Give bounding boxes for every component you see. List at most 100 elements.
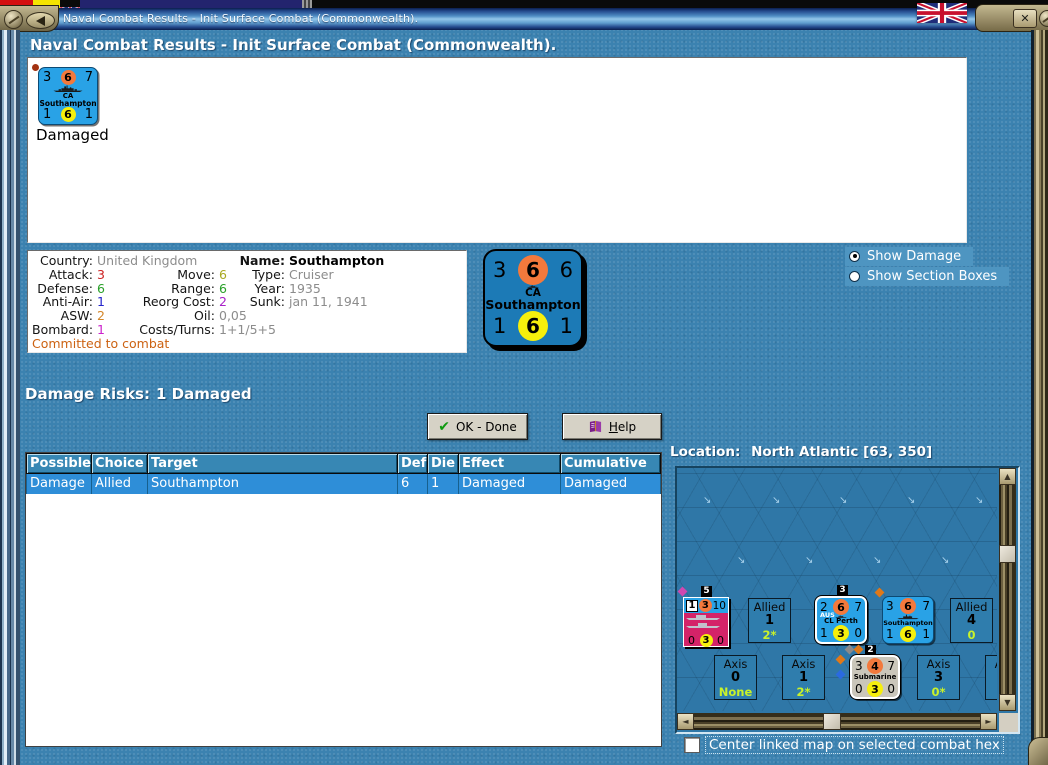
sea-hex-marker: ↘ [907,495,916,506]
unit-status-label: Damaged [36,126,109,144]
marker-diamond-icon [835,654,846,665]
sub-value: 2* [762,628,777,642]
stat-value: 7 [922,599,930,613]
info-label: Anti-Air: [42,294,93,310]
combat-results-table: Possible Choice Target Def Die Effect Cu… [25,452,662,747]
column-header-choice[interactable]: Choice [92,454,147,473]
info-value: United Kingdom [97,253,198,268]
stat-value: 1 [84,107,93,122]
scroll-down-button[interactable]: ▼ [999,694,1016,711]
map-counter-task-force[interactable]: 1 3 10 0 3 0 [683,597,729,647]
stat-value: 1 [43,107,52,122]
page-title: Naval Combat Results - Init Surface Comb… [30,36,557,54]
window-controls-right: ✕ [975,4,1048,32]
column-header-die[interactable]: Die [428,454,458,473]
vertical-scroll-thumb[interactable] [999,545,1016,563]
map-viewport[interactable]: ↘ ↘ ↘ ↘ ↘ ↘ ↘ ↘ ↘ 5 1 3 10 0 3 0 Allied … [677,468,997,711]
sub-value: None [718,685,753,699]
window-frame-right [1031,30,1048,765]
frame-notch [302,0,312,8]
radio-unselected-icon[interactable] [849,270,860,282]
stat-box: 1 [686,599,698,612]
stat-circle: 6 [900,626,916,642]
sea-hex-marker: ↘ [737,555,746,566]
column-header-effect[interactable]: Effect [459,454,560,473]
column-header-target[interactable]: Target [148,454,397,473]
table-header-row: Possible Choice Target Def Die Effect Cu… [26,453,661,474]
committed-status: Committed to combat [32,336,170,351]
ship-name: Southampton [485,296,581,312]
map-vertical-scrollbar[interactable]: ▲ ▼ [999,468,1016,711]
info-label: Range: [171,280,215,296]
stack-count-badge: 3 [837,585,848,596]
center-map-option[interactable]: Center linked map on selected combat hex [684,736,1004,754]
info-label: Oil: [194,308,215,324]
info-label: Name: [239,253,285,268]
ok-done-label: OK - Done [455,419,517,434]
ok-done-button[interactable]: ✔ OK - Done [427,413,528,440]
info-label: Type: [252,266,285,282]
count-value: 0 [730,670,741,685]
stack-count-badge: 5 [701,586,712,597]
count-value: 4 [966,613,977,628]
map-counter-cl-perth[interactable]: 2 6 7 AUS CL Perth 1 3 0 [815,596,867,644]
info-label: Bombard: [32,321,94,337]
radio-show-section-boxes[interactable]: Show Section Boxes [845,267,1010,286]
table-row[interactable]: Damage Allied Southampton 6 1 Damaged Da… [26,474,661,494]
title-bar[interactable]: Naval Combat Results - Init Surface Comb… [0,8,1048,30]
column-header-cumulative[interactable]: Cumulative [561,454,660,473]
unit-info-panel: Country: United Kingdom Attack: 3 Defense:… [27,250,467,353]
center-map-checkbox[interactable] [684,737,700,753]
side-label: Axis [791,657,816,671]
close-button[interactable]: ✕ [1013,9,1037,28]
info-label: Reorg Cost: [142,294,215,310]
column-header-possible[interactable]: Possible [27,454,91,473]
info-label: Move: [177,266,215,282]
uk-flag-icon [916,0,968,26]
stat-value: 1 [559,313,573,338]
defense-circle: 6 [60,107,76,122]
info-label: Country: [40,253,93,268]
collapse-button[interactable] [26,12,55,29]
sea-hex-marker: ↘ [941,555,950,566]
marker-diamond-icon [874,587,885,598]
nationality-label: AUS [820,611,835,619]
column-header-def[interactable]: Def [398,454,427,473]
damage-risks-label: Damage Risks: 1 Damaged [25,385,258,403]
count-value: 3 [933,670,944,685]
top-flag-strip [0,0,1048,8]
count-value: 1 [764,613,775,628]
unit-counter-southampton[interactable]: 3 6 7 CA Southampton 1 6 1 Damaged [28,58,138,150]
scroll-left-button[interactable]: ◄ [677,713,694,730]
stat-circle: 3 [698,599,712,612]
radio-show-damage[interactable]: Show Damage [845,247,974,266]
help-button[interactable]: Help [562,413,662,440]
section-box-axis-1: Axis 0 None [714,655,757,700]
info-label: Defense: [37,280,93,296]
info-value: 0,05 [219,308,247,324]
section-box-allied-1: Allied 1 2* [748,598,791,643]
stat-circle: 3 [699,634,713,647]
map-horizontal-scrollbar[interactable]: ◄ ► [677,713,997,730]
map-counter-southampton[interactable]: 3 6 7 Southampton 1 6 1 [882,596,934,644]
checkbox-label[interactable]: Center linked map on selected combat hex [705,736,1004,754]
selected-unit-counter-large: 3 6 6 CA Southampton 1 6 1 [483,249,583,347]
move-value: 6 [559,257,573,282]
map-counter-submarine[interactable]: 3 4 7 Submarine 0 3 0 [850,655,900,699]
scroll-up-button[interactable]: ▲ [999,468,1016,485]
radio-selected-icon[interactable] [849,250,860,262]
scroll-right-button[interactable]: ► [980,713,997,730]
stat-value: 1 [493,313,507,338]
side-label: Axis [986,657,997,671]
help-book-icon [589,420,601,433]
info-label: Costs/Turns: [139,321,215,337]
cell-cumulative: Damaged [561,474,660,494]
sea-hex-marker: ↘ [703,495,712,506]
horizontal-scroll-thumb[interactable] [823,713,841,730]
info-value: 1 [97,321,105,337]
radio-label: Show Damage [867,249,962,264]
info-value: 1+1/5+5 [219,321,276,337]
damage-risks-caption: Damage Risks: [25,385,150,403]
sub-value: 0 [967,628,976,642]
sea-hex-marker: ↘ [805,555,814,566]
